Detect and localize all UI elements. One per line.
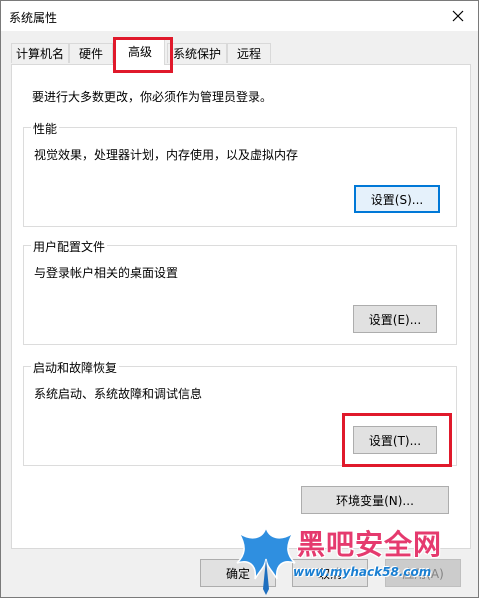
startup-recovery-group-title: 启动和故障恢复 — [31, 359, 120, 376]
tab-system-protection[interactable]: 系统保护 — [167, 43, 227, 63]
title-bar: 系统属性 — [1, 1, 478, 31]
ok-button[interactable]: 确定 — [200, 559, 276, 587]
tab-computer-name[interactable]: 计算机名 — [11, 43, 69, 63]
admin-notice: 要进行大多数更改，你必须作为管理员登录。 — [32, 90, 273, 104]
close-icon — [452, 10, 464, 22]
close-button[interactable] — [438, 1, 478, 31]
tab-remote[interactable]: 远程 — [227, 43, 271, 63]
startup-recovery-group: 启动和故障恢复 系统启动、系统故障和调试信息 设置(T)... — [23, 359, 457, 466]
user-profiles-group: 用户配置文件 与登录帐户相关的桌面设置 设置(E)... — [23, 238, 457, 345]
startup-recovery-settings-button[interactable]: 设置(T)... — [353, 426, 437, 454]
user-profiles-group-title: 用户配置文件 — [31, 238, 108, 255]
user-profiles-settings-button[interactable]: 设置(E)... — [353, 305, 437, 333]
apply-button[interactable]: 应用(A) — [385, 559, 461, 587]
performance-description: 视觉效果，处理器计划，内存使用，以及虚拟内存 — [34, 148, 299, 162]
startup-recovery-description: 系统启动、系统故障和调试信息 — [34, 387, 203, 401]
performance-settings-button[interactable]: 设置(S)... — [354, 185, 440, 213]
performance-group-title: 性能 — [31, 120, 60, 137]
performance-group: 性能 视觉效果，处理器计划，内存使用，以及虚拟内存 设置(S)... — [23, 120, 457, 227]
cancel-button[interactable]: 取消 — [292, 559, 368, 587]
system-properties-dialog: 系统属性 计算机名 硬件 高级 系统保护 远程 要进行大多数更改，你必须作为管理… — [0, 0, 479, 598]
advanced-tab-panel: 要进行大多数更改，你必须作为管理员登录。 性能 视觉效果，处理器计划，内存使用，… — [11, 64, 471, 549]
user-profiles-description: 与登录帐户相关的桌面设置 — [34, 266, 179, 280]
tab-advanced[interactable]: 高级 — [115, 39, 165, 65]
window-title: 系统属性 — [9, 11, 58, 25]
tab-hardware[interactable]: 硬件 — [69, 43, 113, 63]
environment-variables-button[interactable]: 环境变量(N)... — [301, 486, 449, 514]
